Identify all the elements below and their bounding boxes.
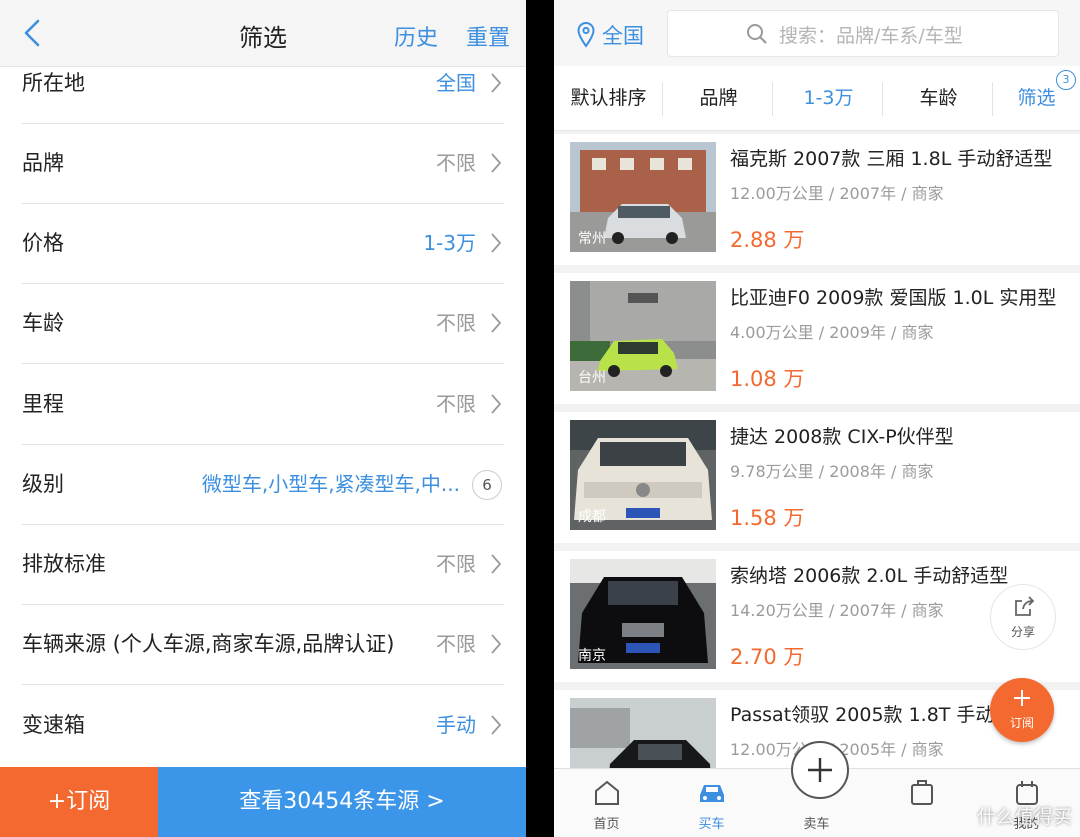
filter-row-source[interactable]: 车辆来源 (个人车源,商家车源,品牌认证) 不限 bbox=[22, 604, 504, 685]
view-results-button[interactable]: 查看30454条车源 > bbox=[158, 767, 526, 837]
selection-count-badge: 6 bbox=[472, 470, 502, 500]
chevron-right-icon bbox=[491, 634, 502, 654]
filter-label: 级别 bbox=[22, 472, 64, 496]
tab-label: 卖车 bbox=[803, 817, 830, 832]
car-icon bbox=[700, 785, 724, 802]
sell-plus-button[interactable] bbox=[791, 741, 849, 799]
subscribe-fab-label: 订阅 bbox=[1009, 716, 1034, 730]
location-selector[interactable]: 全国 bbox=[602, 20, 644, 50]
filter-row-transmission[interactable]: 变速箱 手动 bbox=[22, 685, 504, 765]
sort-tab-age[interactable]: 车龄 bbox=[886, 66, 991, 130]
tab-home[interactable]: 首页 bbox=[554, 769, 659, 837]
filter-value: 不限 bbox=[436, 392, 476, 416]
car-price: 1.08 万 bbox=[730, 367, 805, 391]
car-meta: 4.00万公里 / 2009年 / 商家 bbox=[730, 323, 934, 342]
filter-value: 不限 bbox=[436, 552, 476, 576]
car-price: 2.88 万 bbox=[730, 228, 805, 252]
car-card[interactable]: 成都 捷达 2008款 CIX-P伙伴型 9.78万公里 / 2008年 / 商… bbox=[554, 412, 1080, 543]
car-city: 常州 bbox=[578, 231, 606, 247]
tab-buy[interactable]: 买车 bbox=[659, 769, 764, 837]
car-city: 南京 bbox=[578, 648, 606, 664]
filter-value: 手动 bbox=[436, 713, 476, 737]
chevron-right-icon bbox=[491, 153, 502, 173]
search-placeholder: 搜索：品牌/车系/车型 bbox=[779, 25, 963, 47]
car-title: 捷达 2008款 CIX-P伙伴型 bbox=[730, 426, 954, 448]
car-meta: 14.20万公里 / 2007年 / 商家 bbox=[730, 601, 944, 620]
listing-screen: 全国 搜索：品牌/车系/车型 默认排序 品牌 1-3万 车龄 筛选 3 常州 福… bbox=[554, 0, 1080, 837]
tab-compare[interactable] bbox=[869, 769, 974, 837]
car-title: 福克斯 2007款 三厢 1.8L 手动舒适型 bbox=[730, 148, 1053, 170]
chevron-right-icon bbox=[491, 554, 502, 574]
car-card[interactable]: 台州 比亚迪F0 2009款 爱国版 1.0L 实用型 4.00万公里 / 20… bbox=[554, 273, 1080, 404]
filter-row-class[interactable]: 级别 微型车,小型车,紧凑型车,中... 6 bbox=[22, 444, 504, 525]
subscribe-fab[interactable]: 订阅 bbox=[990, 678, 1054, 742]
chevron-right-icon bbox=[491, 394, 502, 414]
filter-screen: 筛选 历史 重置 所在地 全国 品牌 不限 价格 1-3万 车龄 不限 里程 不… bbox=[0, 0, 526, 837]
filter-row-location[interactable]: 所在地 全国 bbox=[22, 43, 504, 124]
car-price: 1.58 万 bbox=[730, 506, 805, 530]
sort-tab-brand[interactable]: 品牌 bbox=[666, 66, 771, 130]
filter-value: 不限 bbox=[436, 311, 476, 335]
plus-icon bbox=[808, 758, 832, 782]
watermark: 什么值得买 bbox=[976, 806, 1072, 828]
filter-row-price[interactable]: 价格 1-3万 bbox=[22, 203, 504, 284]
search-icon bbox=[747, 24, 767, 44]
filter-row-age[interactable]: 车龄 不限 bbox=[22, 283, 504, 364]
car-card[interactable]: 常州 福克斯 2007款 三厢 1.8L 手动舒适型 12.00万公里 / 20… bbox=[554, 134, 1080, 265]
tab-label: 首页 bbox=[593, 817, 620, 832]
luggage-icon bbox=[911, 780, 933, 805]
search-input[interactable]: 搜索：品牌/车系/车型 bbox=[667, 10, 1059, 57]
home-icon bbox=[595, 780, 619, 805]
filter-row-emission[interactable]: 排放标准 不限 bbox=[22, 524, 504, 605]
chevron-right-icon bbox=[491, 715, 502, 735]
filter-value: 1-3万 bbox=[423, 231, 476, 255]
share-icon bbox=[1015, 596, 1035, 616]
location-pin-icon[interactable] bbox=[576, 20, 596, 50]
plus-icon bbox=[1014, 690, 1030, 706]
car-city: 成都 bbox=[578, 509, 606, 525]
filter-label: 车辆来源 (个人车源,商家车源,品牌认证) bbox=[22, 632, 395, 656]
filter-label: 排放标准 bbox=[22, 552, 106, 576]
car-meta: 12.00万公里 / 2007年 / 商家 bbox=[730, 184, 944, 203]
car-price: 2.70 万 bbox=[730, 645, 805, 669]
car-city: 台州 bbox=[578, 370, 606, 386]
filter-label: 品牌 bbox=[22, 151, 64, 175]
subscribe-button[interactable]: +订阅 bbox=[0, 767, 158, 837]
filter-label: 所在地 bbox=[22, 71, 85, 95]
filter-value: 微型车,小型车,紧凑型车,中... bbox=[201, 472, 460, 496]
car-photo: 南京 bbox=[570, 559, 716, 669]
chevron-right-icon bbox=[491, 73, 502, 93]
filter-value: 全国 bbox=[436, 71, 476, 95]
share-label: 分享 bbox=[1010, 625, 1035, 639]
chevron-right-icon bbox=[491, 313, 502, 333]
share-button[interactable]: 分享 bbox=[990, 584, 1056, 650]
sort-bar: 默认排序 品牌 1-3万 车龄 筛选 3 bbox=[554, 66, 1080, 131]
tab-label: 买车 bbox=[698, 817, 725, 832]
filter-label: 价格 bbox=[22, 231, 64, 255]
filter-label: 里程 bbox=[22, 392, 64, 416]
listing-topbar: 全国 搜索：品牌/车系/车型 bbox=[554, 0, 1080, 66]
sort-tab-price[interactable]: 1-3万 bbox=[776, 66, 881, 130]
sort-tab-default[interactable]: 默认排序 bbox=[556, 66, 661, 130]
car-meta: 9.78万公里 / 2008年 / 商家 bbox=[730, 462, 934, 481]
filter-row-brand[interactable]: 品牌 不限 bbox=[22, 123, 504, 204]
car-photo: 常州 bbox=[570, 142, 716, 252]
chevron-right-icon bbox=[491, 233, 502, 253]
car-photo: 成都 bbox=[570, 420, 716, 530]
filter-count-badge: 3 bbox=[1056, 70, 1076, 90]
car-photo: 台州 bbox=[570, 281, 716, 391]
filter-label: 车龄 bbox=[22, 311, 64, 335]
car-title: 比亚迪F0 2009款 爱国版 1.0L 实用型 bbox=[730, 287, 1057, 309]
filter-value: 不限 bbox=[436, 151, 476, 175]
filter-value: 不限 bbox=[436, 632, 476, 656]
filter-label: 变速箱 bbox=[22, 713, 85, 737]
car-title: 索纳塔 2006款 2.0L 手动舒适型 bbox=[730, 565, 1009, 587]
filter-row-mileage[interactable]: 里程 不限 bbox=[22, 364, 504, 445]
